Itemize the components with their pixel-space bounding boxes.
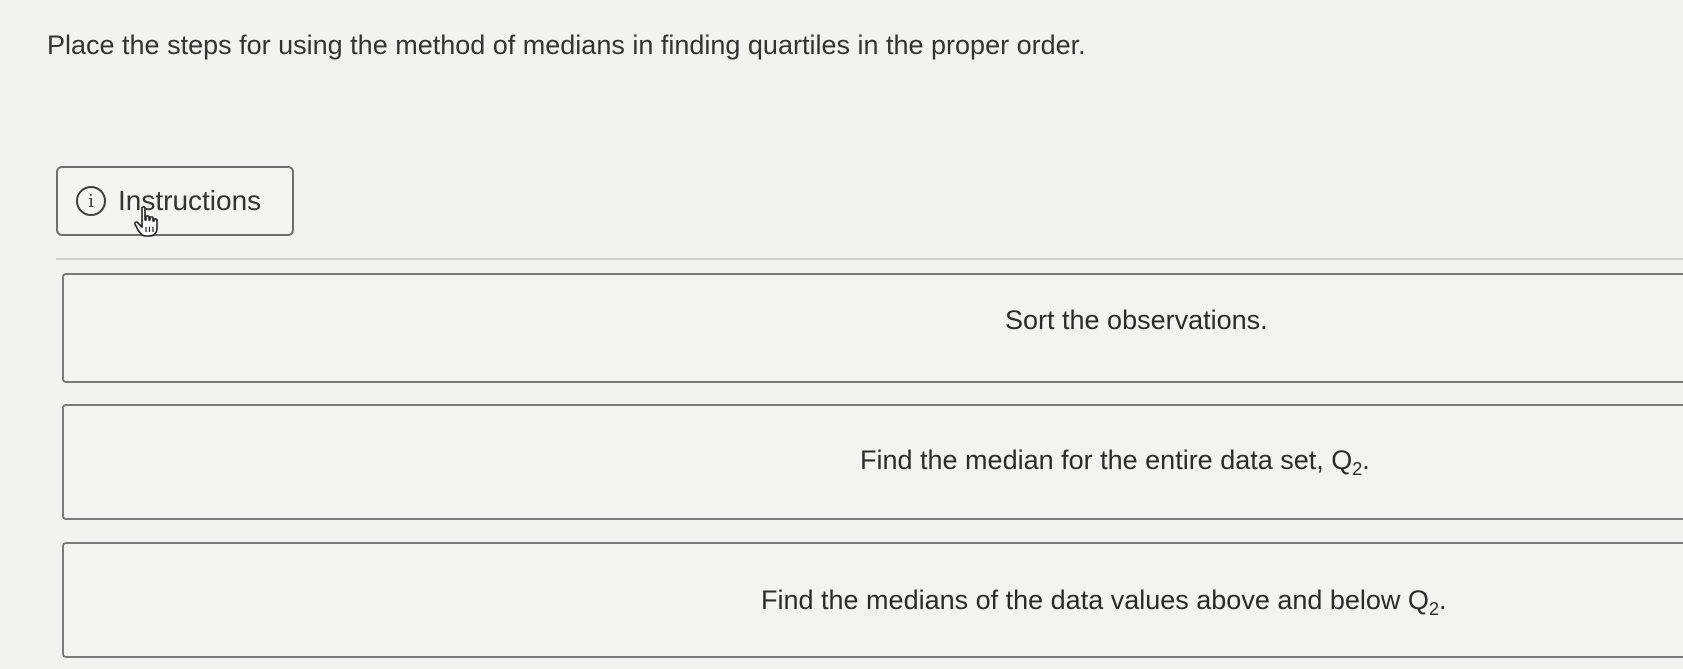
info-icon: i xyxy=(76,186,106,216)
step-card-1[interactable]: Sort the observations. xyxy=(62,273,1683,383)
step-text-2: Find the median for the entire data set,… xyxy=(860,445,1370,479)
step-text-1: Sort the observations. xyxy=(1005,305,1268,335)
hand-pointer-cursor-icon xyxy=(134,206,158,237)
step-card-3[interactable]: Find the medians of the data values abov… xyxy=(62,542,1683,658)
step-card-2[interactable]: Find the median for the entire data set,… xyxy=(62,404,1683,520)
divider xyxy=(56,258,1683,260)
instructions-button[interactable]: i Instructions xyxy=(56,166,294,236)
question-prompt: Place the steps for using the method of … xyxy=(47,30,1086,60)
step-text-3: Find the medians of the data values abov… xyxy=(761,585,1447,619)
